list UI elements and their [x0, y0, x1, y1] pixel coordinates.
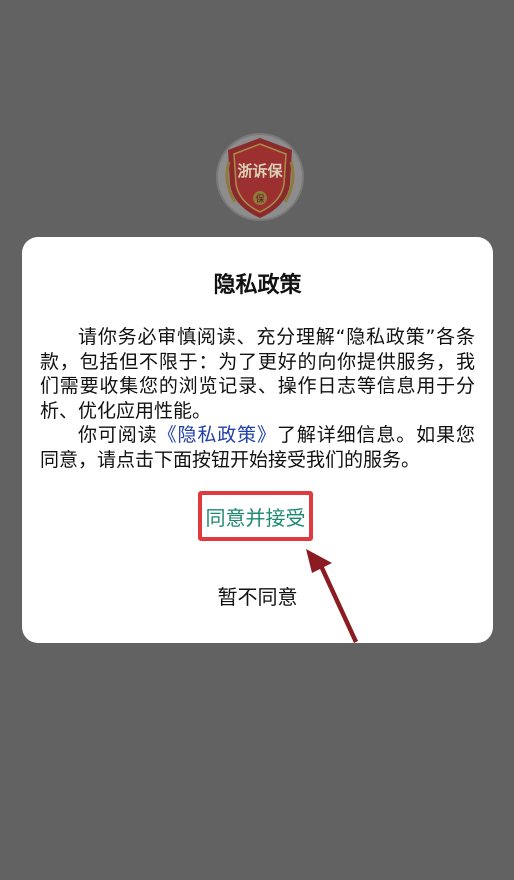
paragraph-2-prefix: 你可阅读	[78, 424, 158, 446]
arrow-pointer-icon	[306, 549, 358, 643]
privacy-paragraph-2: 你可阅读《隐私政策》了解详细信息。如果您同意，请点击下面按钮开始接受我们的服务。	[40, 423, 475, 472]
decline-button[interactable]: 暂不同意	[22, 581, 493, 610]
privacy-policy-link[interactable]: 《隐私政策》	[158, 424, 277, 446]
dialog-body: 请你务必审慎阅读、充分理解“隐私政策”各条款，包括但不限于：为了更好的向你提供服…	[40, 325, 475, 472]
app-logo: 浙诉保 保	[215, 132, 305, 222]
accept-button[interactable]: 同意并接受	[198, 491, 313, 541]
dialog-title: 隐私政策	[213, 273, 302, 298]
privacy-paragraph-1: 请你务必审慎阅读、充分理解“隐私政策”各条款，包括但不限于：为了更好的向你提供服…	[40, 326, 475, 422]
privacy-dialog: 隐私政策 请你务必审慎阅读、充分理解“隐私政策”各条款，包括但不限于：为了更好的…	[22, 237, 493, 643]
logo-badge: 保	[255, 193, 264, 205]
logo-text: 浙诉保	[237, 162, 283, 180]
